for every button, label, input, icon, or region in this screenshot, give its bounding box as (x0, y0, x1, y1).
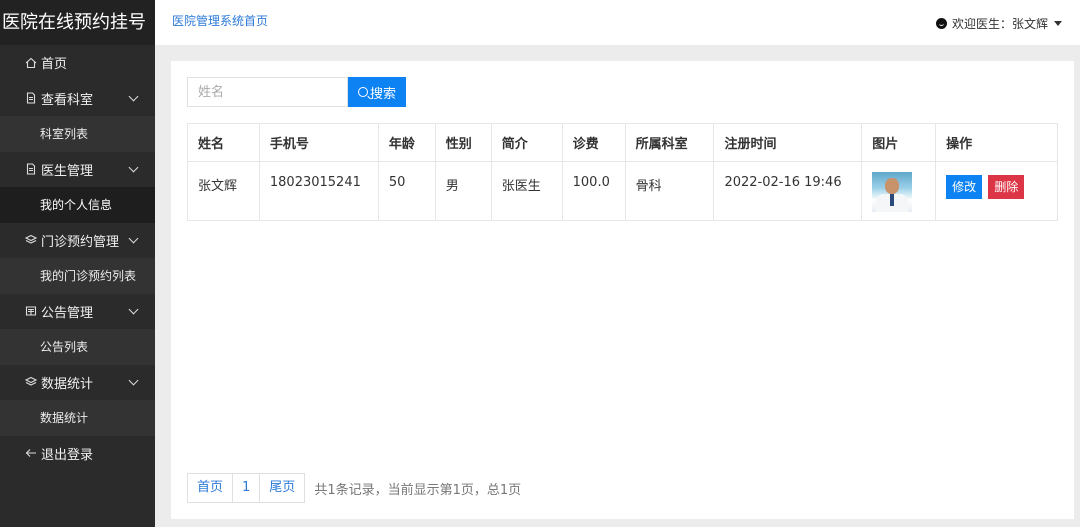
chevron-down-icon (128, 375, 139, 386)
chevron-down-icon (128, 233, 139, 244)
cell-fee: 100.0 (561, 161, 626, 221)
sidebar-item-departments[interactable]: 查看科室 (0, 81, 155, 117)
search-button-label: 搜索 (369, 86, 396, 102)
top-header: 医院管理系统首页 欢迎医生：张文辉 (155, 0, 1080, 45)
edit-button[interactable]: 修改 (946, 175, 983, 199)
sidebar-item-doctor-management[interactable]: 医生管理 (0, 152, 155, 188)
sidebar-item-label: 公告管理 (41, 305, 94, 321)
sidebar-item-home[interactable]: 首页 (0, 45, 155, 81)
user-menu[interactable]: 欢迎医生：张文辉 (935, 15, 1062, 32)
sidebar-item-label: 门诊预约管理 (41, 234, 120, 250)
chevron-down-icon (128, 304, 139, 315)
column-header: 年龄 (377, 123, 436, 162)
column-header: 简介 (490, 123, 563, 162)
sidebar-item-label: 医生管理 (41, 163, 94, 179)
column-header: 姓名 (187, 123, 260, 162)
sidebar-item-statistics[interactable]: 数据统计 (0, 365, 155, 401)
search-input[interactable] (187, 77, 348, 107)
last-page-button[interactable]: 尾页 (259, 473, 306, 503)
table-row: 张文辉 18023015241 50 男 张医生 100.0 骨科 2022-0… (187, 161, 1058, 221)
page-number-button[interactable]: 1 (232, 473, 261, 503)
cell-age: 50 (377, 161, 436, 221)
column-header: 性别 (434, 123, 492, 162)
home-icon (25, 57, 37, 69)
sidebar-item-label: 查看科室 (41, 92, 94, 108)
breadcrumb[interactable]: 医院管理系统首页 (172, 12, 268, 29)
sidebar-item-label: 首页 (41, 57, 68, 73)
sidebar: 医院在线预约挂号 首页 查看科室 科室列表 医生管理 我的个人信息 门诊预约管理… (0, 0, 155, 527)
column-header: 所属科室 (624, 123, 715, 162)
cell-phone: 18023015241 (258, 161, 379, 221)
cell-photo (861, 161, 937, 221)
sidebar-item-appointments[interactable]: 门诊预约管理 (0, 223, 155, 259)
sidebar-subitem-department-list[interactable]: 科室列表 (0, 116, 155, 152)
cell-actions: 修改 删除 (935, 161, 1058, 221)
search-icon (357, 87, 368, 97)
column-header: 诊费 (561, 123, 626, 162)
document-icon (25, 92, 37, 104)
sidebar-subitem-my-info[interactable]: 我的个人信息 (0, 187, 155, 223)
user-greeting: 欢迎医生：张文辉 (951, 17, 1048, 31)
sidebar-subitem-my-appointments[interactable]: 我的门诊预约列表 (0, 258, 155, 294)
column-header: 图片 (861, 123, 937, 162)
doctor-photo (872, 172, 913, 212)
layers-icon (25, 234, 37, 246)
column-header: 注册时间 (713, 123, 863, 162)
caret-down-icon (1054, 21, 1062, 26)
sidebar-item-label: 退出登录 (41, 447, 94, 463)
main-panel: 搜索 姓名 手机号 年龄 性别 简介 诊费 所属科室 注册时间 图片 操作 张文… (171, 61, 1074, 519)
announcement-icon (25, 305, 37, 317)
cell-registered: 2022-02-16 19:46 (713, 161, 863, 221)
doctor-table: 姓名 手机号 年龄 性别 简介 诊费 所属科室 注册时间 图片 操作 张文辉 1… (187, 123, 1058, 221)
cell-gender: 男 (434, 161, 492, 221)
smile-icon (935, 18, 947, 29)
sidebar-subitem-statistics[interactable]: 数据统计 (0, 400, 155, 436)
first-page-button[interactable]: 首页 (187, 473, 234, 503)
sidebar-item-label: 数据统计 (41, 376, 94, 392)
cell-department: 骨科 (624, 161, 715, 221)
cell-intro: 张医生 (490, 161, 563, 221)
layers-icon (25, 376, 37, 388)
column-header: 手机号 (258, 123, 379, 162)
sidebar-item-notices[interactable]: 公告管理 (0, 294, 155, 330)
pagination-info: 共1条记录，当前显示第1页，总1页 (314, 482, 522, 498)
brand-title: 医院在线预约挂号 (0, 0, 155, 45)
document-icon (25, 163, 37, 175)
delete-button[interactable]: 删除 (988, 175, 1025, 199)
chevron-down-icon (128, 91, 139, 102)
chevron-down-icon (128, 162, 139, 173)
cell-name: 张文辉 (187, 161, 260, 221)
search-button[interactable]: 搜索 (348, 77, 406, 107)
table-header-row: 姓名 手机号 年龄 性别 简介 诊费 所属科室 注册时间 图片 操作 (187, 123, 1058, 162)
arrow-left-icon (25, 447, 37, 459)
sidebar-item-logout[interactable]: 退出登录 (0, 436, 155, 472)
column-header: 操作 (935, 123, 1058, 162)
pagination: 首页 1 尾页 共1条记录，当前显示第1页，总1页 (187, 473, 521, 503)
sidebar-subitem-notice-list[interactable]: 公告列表 (0, 329, 155, 365)
